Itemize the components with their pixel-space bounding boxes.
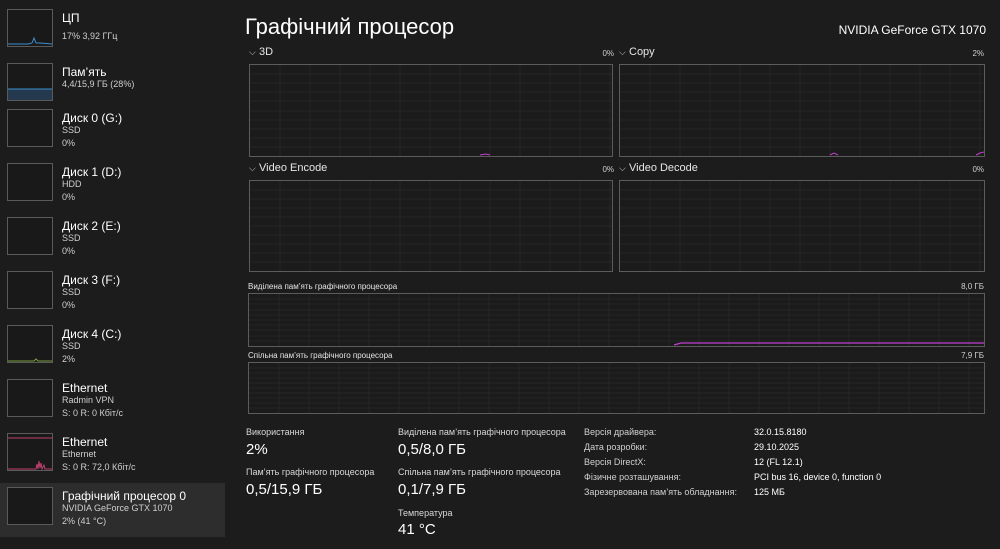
engine-usage-value: 0% xyxy=(972,165,984,174)
sidebar-item-model: NVIDIA GeForce GTX 1070 xyxy=(62,503,173,513)
driver-date-value: 29.10.2025 xyxy=(754,442,800,452)
sidebar-item-title: Диск 0 (G:) xyxy=(62,111,123,125)
sidebar-item-usage: 0% xyxy=(62,300,76,310)
ethernet-thumbnail-graph xyxy=(7,433,53,471)
shared-memory-graph-max: 7,9 ГБ xyxy=(961,351,984,360)
sidebar-item-title: Диск 4 (C:) xyxy=(62,327,122,341)
shared-memory-value: 0,1/7,9 ГБ xyxy=(398,481,467,498)
graph-3d xyxy=(249,64,613,157)
sidebar-item-cpu[interactable]: ЦП 17% 3,92 ГГц xyxy=(0,5,225,59)
directx-version-value: 12 (FL 12.1) xyxy=(754,457,803,467)
engine-usage-value: 0% xyxy=(602,165,614,174)
sidebar-item-detail: 4,4/15,9 ГБ (28%) xyxy=(62,79,135,89)
sidebar-item-adapter: Ethernet xyxy=(62,449,97,459)
graph-dedicated-memory xyxy=(248,293,985,347)
reserved-memory-label: Зарезервована пам’ять обладнання: xyxy=(584,487,737,497)
cpu-thumbnail-graph xyxy=(7,9,53,47)
sidebar-item-title: ЦП xyxy=(62,11,80,25)
gpu-memory-label: Пам’ять графічного процесора xyxy=(246,467,375,477)
sidebar-item-throughput: S: 0 R: 72,0 Кбіт/с xyxy=(62,462,136,472)
engine-usage-value: 2% xyxy=(972,49,984,58)
engine-selector-video-encode[interactable]: ⌵ Video Encode xyxy=(249,162,327,174)
sidebar-item-throughput: S: 0 R: 0 Кбіт/с xyxy=(62,408,124,418)
shared-memory-label: Спільна пам’ять графічного процесора xyxy=(398,467,561,477)
engine-label: Video Decode xyxy=(629,162,698,174)
dedicated-memory-graph-label: Виділена пам’ять графічного процесора xyxy=(248,282,398,291)
engine-usage-value: 0% xyxy=(602,49,614,58)
sidebar-item-disk-4[interactable]: Диск 4 (C:) SSD 2% xyxy=(0,321,225,375)
disk-thumbnail-graph xyxy=(7,271,53,309)
physical-location-label: Фізичне розташування: xyxy=(584,472,681,482)
sidebar-item-type: SSD xyxy=(62,233,81,243)
sidebar-item-usage: 2% xyxy=(62,354,76,364)
ethernet-thumbnail-graph xyxy=(7,379,53,417)
temperature-label: Температура xyxy=(398,508,453,518)
sidebar-item-ethernet[interactable]: Ethernet Ethernet S: 0 R: 72,0 Кбіт/с xyxy=(0,429,225,483)
sidebar-item-type: SSD xyxy=(62,287,81,297)
temperature-value: 41 °C xyxy=(398,521,436,538)
graph-video-decode xyxy=(619,180,985,272)
page-title: Графічний процесор xyxy=(245,14,455,39)
engine-label: Copy xyxy=(629,46,655,58)
chevron-down-icon: ⌵ xyxy=(249,163,256,173)
sidebar-item-type: HDD xyxy=(62,179,82,189)
sidebar-item-title: Пам’ять xyxy=(62,65,107,79)
utilization-value: 2% xyxy=(246,441,268,458)
sidebar-item-disk-3[interactable]: Диск 3 (F:) SSD 0% xyxy=(0,267,225,321)
dedicated-memory-label: Виділена пам’ять графічного процесора xyxy=(398,427,566,437)
memory-thumbnail-graph xyxy=(7,63,53,101)
directx-version-label: Версія DirectX: xyxy=(584,457,646,467)
graph-copy xyxy=(619,64,985,157)
sidebar-item-title: Ethernet xyxy=(62,381,108,395)
sidebar-item-adapter: Radmin VPN xyxy=(62,395,115,405)
driver-version-value: 32.0.15.8180 xyxy=(754,427,807,437)
dedicated-memory-graph-max: 8,0 ГБ xyxy=(961,282,984,291)
sidebar-item-title: Диск 1 (D:) xyxy=(62,165,122,179)
sidebar-item-usage: 2% (41 °C) xyxy=(62,516,107,526)
disk-thumbnail-graph xyxy=(7,217,53,255)
gpu-thumbnail-graph xyxy=(7,487,53,525)
engine-label: 3D xyxy=(259,46,274,58)
sidebar-item-disk-2[interactable]: Диск 2 (E:) SSD 0% xyxy=(0,213,225,267)
engine-selector-3d[interactable]: ⌵ 3D xyxy=(249,46,273,58)
disk-thumbnail-graph xyxy=(7,163,53,201)
gpu-model-name: NVIDIA GeForce GTX 1070 xyxy=(838,23,986,37)
sidebar-item-title: Диск 3 (F:) xyxy=(62,273,121,287)
sidebar-item-gpu-0[interactable]: Графічний процесор 0 NVIDIA GeForce GTX … xyxy=(0,483,225,537)
engine-label: Video Encode xyxy=(259,162,328,174)
graph-shared-memory xyxy=(248,362,985,414)
utilization-label: Використання xyxy=(246,427,305,437)
sidebar-item-usage: 0% xyxy=(62,138,76,148)
graph-video-encode xyxy=(249,180,613,272)
chevron-down-icon: ⌵ xyxy=(619,163,626,173)
dedicated-memory-value: 0,5/8,0 ГБ xyxy=(398,441,467,458)
sidebar-item-disk-1[interactable]: Диск 1 (D:) HDD 0% xyxy=(0,159,225,213)
chevron-down-icon: ⌵ xyxy=(619,47,626,57)
sidebar-item-title: Ethernet xyxy=(62,435,108,449)
sidebar-item-disk-0[interactable]: Диск 0 (G:) SSD 0% xyxy=(0,105,225,159)
engine-selector-video-decode[interactable]: ⌵ Video Decode xyxy=(619,162,698,174)
chevron-down-icon: ⌵ xyxy=(249,47,256,57)
sidebar-item-detail: 17% 3,92 ГГц xyxy=(62,31,118,41)
reserved-memory-value: 125 МБ xyxy=(754,487,785,497)
engine-selector-copy[interactable]: ⌵ Copy xyxy=(619,46,655,58)
sidebar-item-usage: 0% xyxy=(62,192,76,202)
sidebar: ЦП 17% 3,92 ГГц Пам’ять 4,4/15,9 ГБ (28%… xyxy=(0,0,228,549)
sidebar-item-title: Графічний процесор 0 xyxy=(62,489,187,503)
disk-thumbnail-graph xyxy=(7,325,53,363)
disk-thumbnail-graph xyxy=(7,109,53,147)
sidebar-item-usage: 0% xyxy=(62,246,76,256)
shared-memory-graph-label: Спільна пам’ять графічного процесора xyxy=(248,351,393,360)
sidebar-item-type: SSD xyxy=(62,341,81,351)
physical-location-value: PCI bus 16, device 0, function 0 xyxy=(754,472,882,482)
sidebar-item-ethernet-radmin[interactable]: Ethernet Radmin VPN S: 0 R: 0 Кбіт/с xyxy=(0,375,225,429)
gpu-memory-value: 0,5/15,9 ГБ xyxy=(246,481,323,498)
driver-date-label: Дата розробки: xyxy=(584,442,648,452)
sidebar-item-type: SSD xyxy=(62,125,81,135)
gpu-performance-panel: Графічний процесор NVIDIA GeForce GTX 10… xyxy=(228,0,1000,549)
sidebar-item-title: Диск 2 (E:) xyxy=(62,219,121,233)
driver-version-label: Версія драйвера: xyxy=(584,427,657,437)
